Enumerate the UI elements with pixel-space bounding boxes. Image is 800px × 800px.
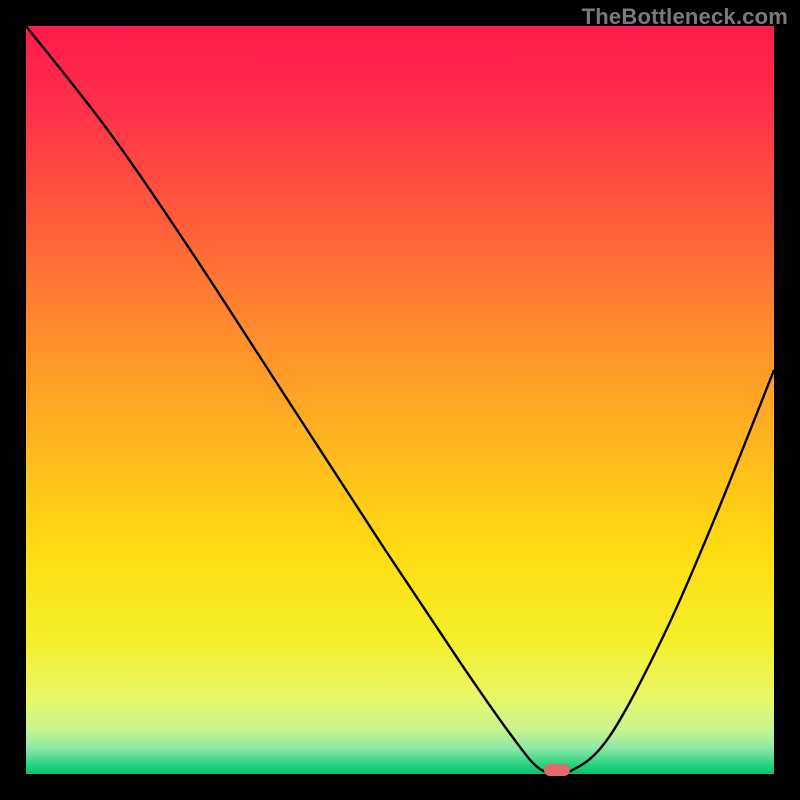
optimal-point-marker	[544, 764, 570, 776]
bottleneck-curve	[26, 26, 774, 774]
plot-area	[26, 26, 774, 774]
